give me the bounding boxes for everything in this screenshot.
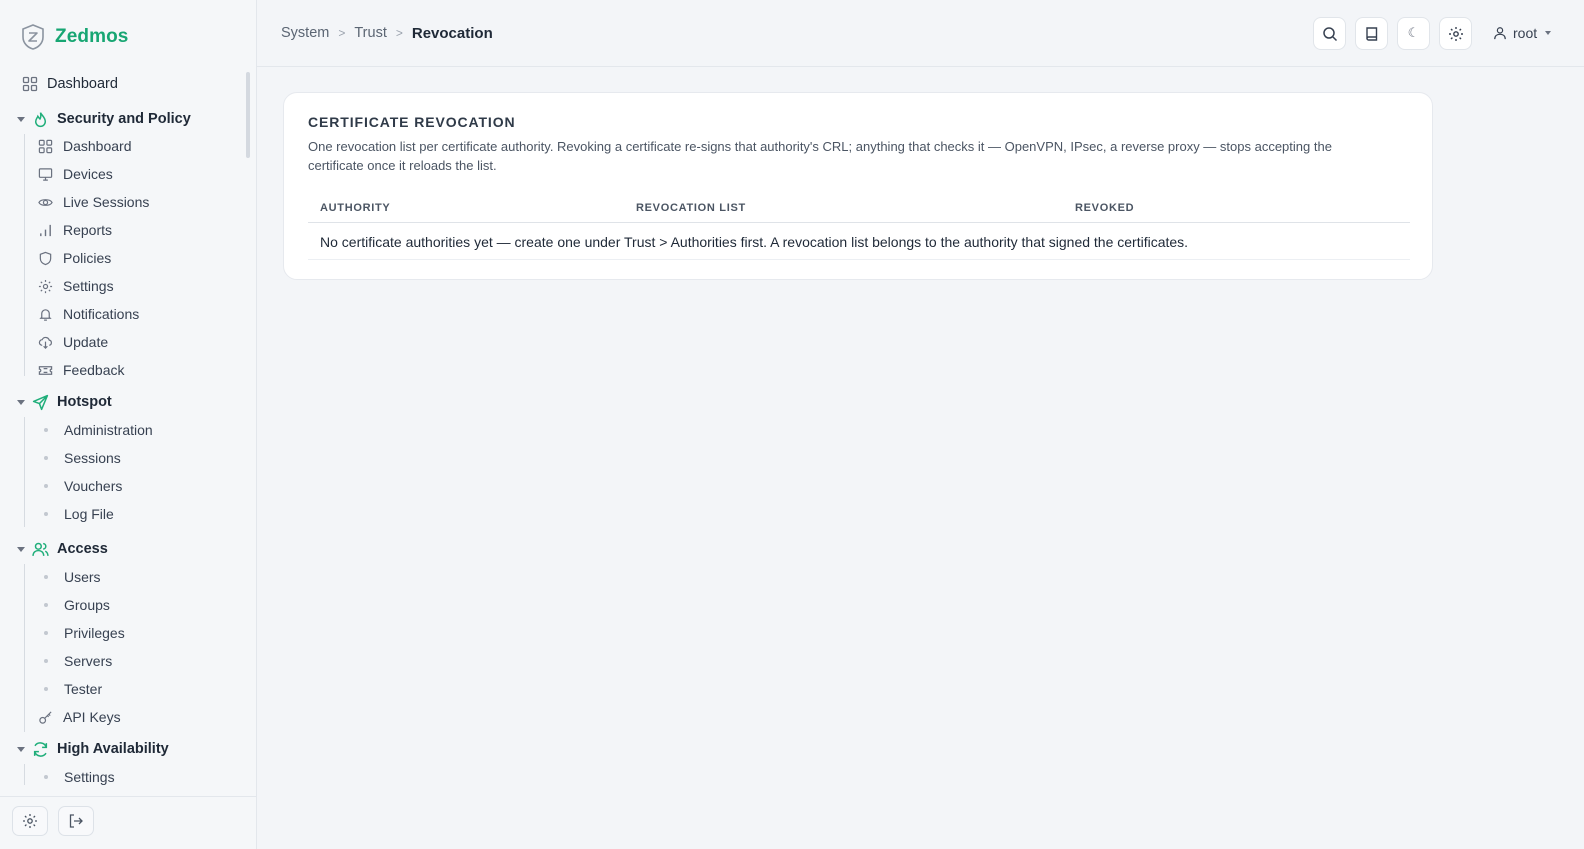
bullet-icon (44, 575, 48, 579)
sidebar-item-ha-settings[interactable]: Settings (38, 766, 115, 785)
chevron-right-icon: > (338, 26, 346, 40)
chevron-right-icon: > (395, 26, 403, 40)
flame-icon (32, 111, 49, 128)
sidebar-item-servers[interactable]: Servers (38, 650, 112, 672)
bullet-icon (44, 456, 48, 460)
sidebar: Zedmos Dashboard Security and Policy Das… (0, 0, 257, 849)
group-access[interactable]: Access (17, 537, 108, 561)
send-icon (32, 394, 49, 411)
breadcrumb: System > Trust > Revocation (281, 23, 493, 43)
column-revocation-list: REVOCATION LIST (636, 202, 746, 214)
logout-icon (68, 813, 84, 829)
group-hotspot[interactable]: Hotspot (17, 390, 112, 414)
breadcrumb-trust[interactable]: Trust (354, 25, 387, 41)
sidebar-item-update[interactable]: Update (38, 331, 108, 353)
table-empty-row: No certificate authorities yet — create … (308, 224, 1410, 260)
user-menu[interactable]: root (1493, 23, 1552, 43)
footer-settings-button[interactable] (12, 806, 48, 836)
docs-button[interactable] (1355, 17, 1388, 50)
grid-icon (22, 76, 38, 92)
sidebar-item-sessions[interactable]: Sessions (38, 447, 121, 469)
cloud-download-icon (38, 335, 53, 350)
ticket-icon (38, 363, 53, 378)
brand-name: Zedmos (55, 26, 129, 47)
sidebar-item-dashboard[interactable]: Dashboard (22, 72, 118, 96)
group-line (24, 564, 25, 732)
chevron-down-icon (17, 399, 25, 405)
bullet-icon (44, 428, 48, 432)
sidebar-nav[interactable]: Dashboard Security and Policy Dashboard … (0, 68, 250, 785)
card-description: One revocation list per certificate auth… (308, 139, 1332, 173)
bullet-icon (44, 631, 48, 635)
eye-icon (38, 195, 53, 210)
breadcrumb-system[interactable]: System (281, 25, 329, 41)
sidebar-item-privileges[interactable]: Privileges (38, 622, 125, 644)
settings-button[interactable] (1439, 17, 1472, 50)
bar-chart-icon (38, 223, 53, 238)
card-title: CERTIFICATE REVOCATION (308, 114, 516, 130)
sidebar-item-notifications[interactable]: Notifications (38, 303, 139, 325)
column-revoked: REVOKED (1075, 202, 1135, 214)
certificate-revocation-card: CERTIFICATE REVOCATION One revocation li… (283, 92, 1433, 280)
refresh-icon (32, 741, 49, 758)
sidebar-item-tester[interactable]: Tester (38, 678, 102, 700)
book-icon (1364, 26, 1380, 42)
shield-icon (38, 251, 53, 266)
sidebar-item-vouchers[interactable]: Vouchers (38, 475, 122, 497)
sidebar-item-api-keys[interactable]: API Keys (38, 706, 121, 728)
shield-logo-icon (20, 23, 46, 51)
monitor-icon (38, 167, 53, 182)
chevron-down-icon (17, 546, 25, 552)
bell-icon (38, 307, 53, 322)
bullet-icon (44, 484, 48, 488)
search-button[interactable] (1313, 17, 1346, 50)
sidebar-item-administration[interactable]: Administration (38, 419, 153, 441)
group-high-availability[interactable]: High Availability (17, 737, 169, 761)
chevron-down-icon (1545, 31, 1552, 35)
bullet-icon (44, 687, 48, 691)
empty-message: No certificate authorities yet — create … (320, 233, 1189, 250)
group-line (24, 134, 25, 376)
sidebar-item-groups[interactable]: Groups (38, 594, 110, 616)
logout-button[interactable] (58, 806, 94, 836)
grid-icon (38, 139, 53, 154)
sidebar-item-reports[interactable]: Reports (38, 219, 112, 241)
page-title: Revocation (411, 24, 493, 42)
sidebar-item-feedback[interactable]: Feedback (38, 359, 124, 381)
gear-icon (1448, 26, 1464, 42)
theme-toggle-button[interactable]: ☾ (1397, 17, 1430, 50)
chevron-down-icon (17, 116, 25, 122)
top-header: System > Trust > Revocation ☾ root (257, 0, 1584, 67)
sidebar-item-settings[interactable]: Settings (38, 275, 114, 297)
sidebar-item-sp-dashboard[interactable]: Dashboard (38, 135, 132, 157)
bullet-icon (44, 603, 48, 607)
group-line (24, 764, 25, 785)
sidebar-item-devices[interactable]: Devices (38, 163, 113, 185)
table-header: AUTHORITY REVOCATION LIST REVOKED (308, 197, 1410, 223)
users-icon (32, 541, 49, 558)
sidebar-item-log-file[interactable]: Log File (38, 503, 114, 525)
gear-icon (22, 813, 38, 829)
moon-icon: ☾ (1407, 26, 1420, 41)
bullet-icon (44, 775, 48, 779)
user-icon (1493, 26, 1513, 40)
user-name: root (1513, 25, 1538, 41)
sidebar-item-users[interactable]: Users (38, 566, 101, 588)
search-icon (1322, 26, 1338, 42)
column-authority: AUTHORITY (320, 202, 391, 214)
gear-icon (38, 279, 53, 294)
sidebar-item-label: Dashboard (47, 76, 118, 92)
sidebar-scrollbar[interactable] (246, 72, 250, 158)
sidebar-item-policies[interactable]: Policies (38, 247, 111, 269)
sidebar-item-live-sessions[interactable]: Live Sessions (38, 191, 149, 213)
bullet-icon (44, 659, 48, 663)
chevron-down-icon (17, 746, 25, 752)
group-security-and-policy[interactable]: Security and Policy (17, 107, 191, 131)
brand[interactable]: Zedmos (20, 23, 128, 51)
bullet-icon (44, 512, 48, 516)
sidebar-footer (0, 796, 257, 849)
key-icon (38, 710, 53, 725)
group-line (24, 417, 25, 527)
